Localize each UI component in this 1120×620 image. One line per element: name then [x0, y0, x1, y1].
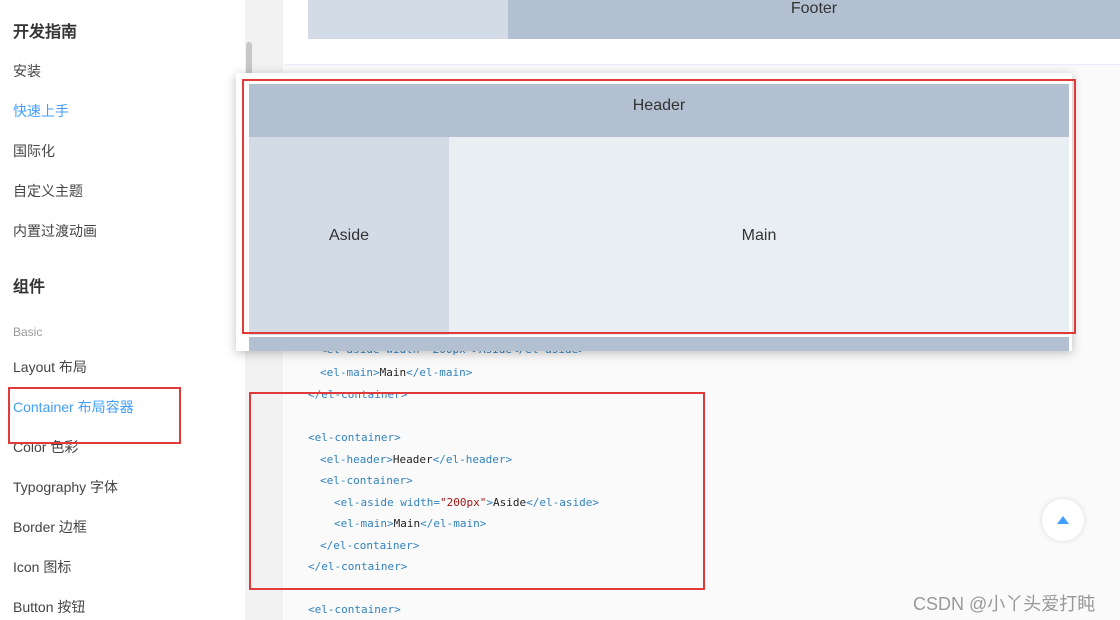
watermark: CSDN @小丫头爱打盹: [913, 594, 1096, 614]
back-to-top-button[interactable]: [1042, 499, 1084, 541]
sidebar-item-layout[interactable]: Layout 布局: [13, 357, 87, 377]
highlight-code-box: [249, 392, 705, 590]
footer-demo: Footer: [308, 0, 1120, 39]
sidebar-item-transition[interactable]: 内置过渡动画: [13, 221, 97, 241]
sidebar-nav: 开发指南 安装 快速上手 国际化 自定义主题 内置过渡动画 组件 Basic L…: [0, 0, 245, 620]
code-line: <el-main>Main</el-main>: [320, 366, 473, 379]
footer-demo-aside: [308, 0, 508, 39]
demo-bottom-strip: [249, 337, 1069, 351]
highlight-container-item-box: [8, 387, 181, 444]
sidebar-item-icon[interactable]: Icon 图标: [13, 557, 71, 577]
sidebar-item-border[interactable]: Border 边框: [13, 517, 87, 537]
sidebar-item-install[interactable]: 安装: [13, 61, 41, 81]
footer-demo-footer: Footer: [508, 0, 1120, 39]
dev-guide-title: 开发指南: [13, 24, 78, 41]
highlight-demo-box: [242, 79, 1076, 334]
components-title: 组件: [13, 279, 46, 296]
sidebar-item-quickstart[interactable]: 快速上手: [13, 101, 69, 121]
basic-group-label: Basic: [13, 325, 43, 339]
sidebar-item-button[interactable]: Button 按钮: [13, 597, 85, 617]
sidebar-item-custom-theme[interactable]: 自定义主题: [13, 181, 83, 201]
sidebar-item-i18n[interactable]: 国际化: [13, 141, 55, 161]
code-line: <el-container>: [308, 603, 401, 616]
caret-up-icon: [1057, 516, 1069, 524]
sidebar-item-typography[interactable]: Typography 字体: [13, 477, 118, 497]
